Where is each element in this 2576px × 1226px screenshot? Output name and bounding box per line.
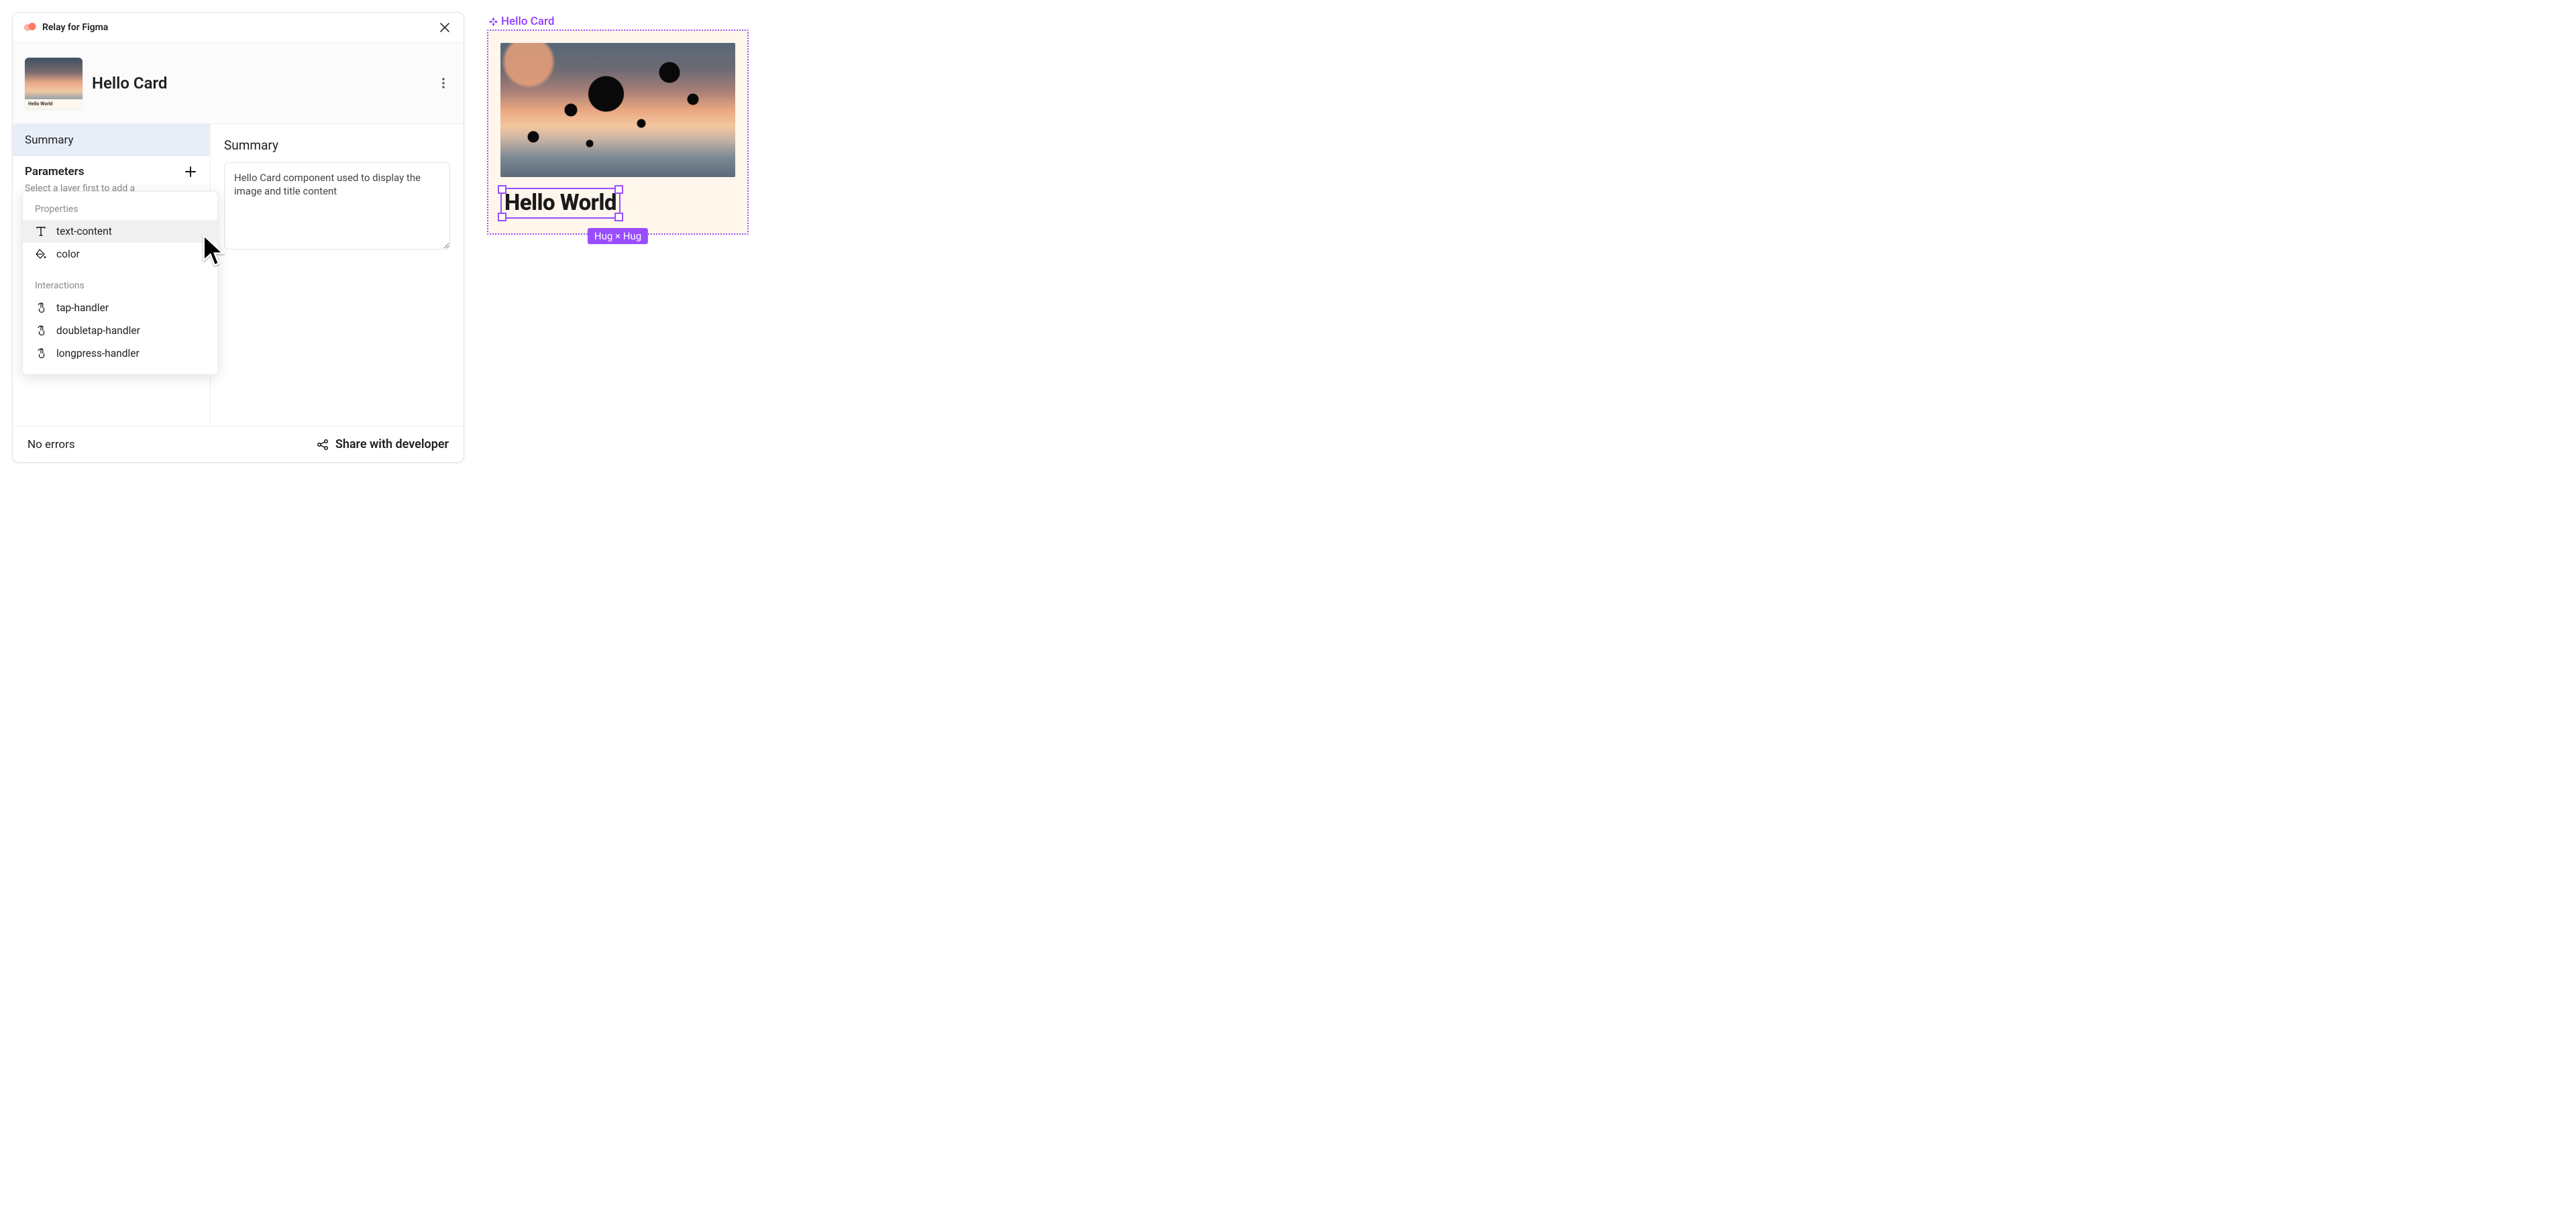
paint-bucket-icon xyxy=(35,248,47,260)
panel-footer: No errors Share with developer xyxy=(13,426,464,462)
parameters-heading: Parameters xyxy=(25,165,183,178)
add-parameter-popover: Properties text-content xyxy=(22,191,218,375)
more-menu-button[interactable] xyxy=(435,75,451,91)
type-icon xyxy=(35,225,47,237)
popover-section-interactions: Interactions xyxy=(23,275,217,296)
share-icon xyxy=(317,439,329,451)
property-option-text-content[interactable]: text-content xyxy=(23,220,217,243)
interaction-option-longpress[interactable]: longpress-handler xyxy=(23,342,217,365)
autolayout-constraint-badge: Hug × Hug xyxy=(588,228,648,244)
content-area: Summary xyxy=(211,124,464,426)
interaction-option-label: doubletap-handler xyxy=(56,325,140,337)
relay-logo-icon xyxy=(23,21,37,34)
touch-icon xyxy=(35,325,47,337)
figma-canvas: Hello Card Hello World Hug × Hug xyxy=(487,12,749,463)
popover-section-properties: Properties xyxy=(23,199,217,220)
touch-icon xyxy=(35,347,47,359)
resize-handle-bl[interactable] xyxy=(498,213,506,221)
interaction-option-label: tap-handler xyxy=(56,302,109,314)
card-title-text: Hello World xyxy=(504,190,616,216)
interaction-option-label: longpress-handler xyxy=(56,347,140,359)
add-parameter-button[interactable] xyxy=(183,164,198,179)
status-text: No errors xyxy=(28,438,311,451)
property-option-label: color xyxy=(56,248,80,260)
component-frame-label[interactable]: Hello Card xyxy=(487,15,749,28)
property-option-color[interactable]: color xyxy=(23,243,217,266)
panel-titlebar: Relay for Figma xyxy=(13,13,464,43)
component-title: Hello Card xyxy=(92,74,167,93)
share-label: Share with developer xyxy=(335,437,449,451)
summary-textarea[interactable] xyxy=(224,162,450,249)
close-button[interactable] xyxy=(437,19,453,36)
card-hero-image xyxy=(500,43,735,177)
plugin-name: Relay for Figma xyxy=(42,22,108,33)
close-icon xyxy=(439,22,450,33)
relay-inspector-panel: Relay for Figma Hello World Hello Card xyxy=(12,12,464,463)
property-option-label: text-content xyxy=(56,225,112,237)
tab-summary[interactable]: Summary xyxy=(13,124,210,156)
cursor-pointer-icon xyxy=(201,234,226,268)
touch-icon xyxy=(35,302,47,314)
resize-handle-br[interactable] xyxy=(614,213,623,221)
component-header: Hello World Hello Card xyxy=(13,43,464,124)
content-heading: Summary xyxy=(224,137,450,153)
resize-handle-tl[interactable] xyxy=(498,185,506,194)
component-frame[interactable]: Hello World Hug × Hug xyxy=(487,30,749,235)
component-thumbnail: Hello World xyxy=(25,58,83,109)
resize-handle-tr[interactable] xyxy=(614,185,623,194)
selected-text-layer[interactable]: Hello World xyxy=(500,188,621,219)
interaction-option-tap[interactable]: tap-handler xyxy=(23,296,217,319)
plus-icon xyxy=(185,166,196,177)
share-with-developer-button[interactable]: Share with developer xyxy=(317,437,449,451)
more-vertical-icon xyxy=(442,78,445,89)
interaction-option-doubletap[interactable]: doubletap-handler xyxy=(23,319,217,342)
component-icon xyxy=(488,17,498,27)
thumbnail-caption: Hello World xyxy=(25,99,83,109)
